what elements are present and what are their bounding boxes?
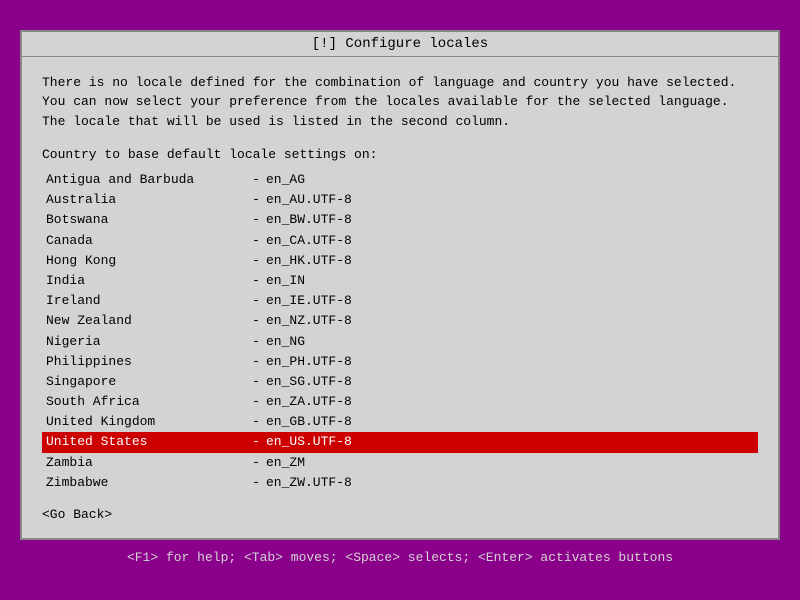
country-name: United Kingdom bbox=[46, 413, 246, 431]
country-name: Botswana bbox=[46, 211, 246, 229]
go-back-button[interactable]: <Go Back> bbox=[42, 507, 758, 522]
list-item[interactable]: Singapore - en_SG.UTF-8 bbox=[42, 372, 758, 392]
section-label: Country to base default locale settings … bbox=[42, 147, 758, 162]
list-item[interactable]: United States - en_US.UTF-8 bbox=[42, 432, 758, 452]
list-item[interactable]: South Africa - en_ZA.UTF-8 bbox=[42, 392, 758, 412]
list-item[interactable]: Philippines - en_PH.UTF-8 bbox=[42, 352, 758, 372]
list-item[interactable]: United Kingdom - en_GB.UTF-8 bbox=[42, 412, 758, 432]
separator: - bbox=[246, 474, 266, 492]
country-name: Antigua and Barbuda bbox=[46, 171, 246, 189]
country-name: Australia bbox=[46, 191, 246, 209]
list-item[interactable]: New Zealand - en_NZ.UTF-8 bbox=[42, 311, 758, 331]
separator: - bbox=[246, 191, 266, 209]
description-text: There is no locale defined for the combi… bbox=[42, 73, 758, 132]
list-item[interactable]: Nigeria - en_NG bbox=[42, 332, 758, 352]
country-name: Zimbabwe bbox=[46, 474, 246, 492]
separator: - bbox=[246, 292, 266, 310]
locale-code: en_AG bbox=[266, 171, 305, 189]
window-title: [!] Configure locales bbox=[312, 36, 488, 52]
separator: - bbox=[246, 353, 266, 371]
separator: - bbox=[246, 272, 266, 290]
country-name: New Zealand bbox=[46, 312, 246, 330]
locale-code: en_PH.UTF-8 bbox=[266, 353, 352, 371]
country-name: South Africa bbox=[46, 393, 246, 411]
locale-code: en_AU.UTF-8 bbox=[266, 191, 352, 209]
locale-code: en_ZW.UTF-8 bbox=[266, 474, 352, 492]
help-bar: <F1> for help; <Tab> moves; <Space> sele… bbox=[0, 544, 800, 571]
separator: - bbox=[246, 252, 266, 270]
list-item[interactable]: Zimbabwe - en_ZW.UTF-8 bbox=[42, 473, 758, 493]
locale-code: en_GB.UTF-8 bbox=[266, 413, 352, 431]
country-name: United States bbox=[46, 433, 246, 451]
list-item[interactable]: Antigua and Barbuda - en_AG bbox=[42, 170, 758, 190]
list-item[interactable]: Botswana - en_BW.UTF-8 bbox=[42, 210, 758, 230]
locale-code: en_BW.UTF-8 bbox=[266, 211, 352, 229]
separator: - bbox=[246, 413, 266, 431]
country-name: Ireland bbox=[46, 292, 246, 310]
locale-code: en_CA.UTF-8 bbox=[266, 232, 352, 250]
list-item[interactable]: Australia - en_AU.UTF-8 bbox=[42, 190, 758, 210]
separator: - bbox=[246, 454, 266, 472]
title-bar: [!] Configure locales bbox=[22, 32, 778, 57]
locale-code: en_NG bbox=[266, 333, 305, 351]
locale-code: en_NZ.UTF-8 bbox=[266, 312, 352, 330]
country-name: Hong Kong bbox=[46, 252, 246, 270]
locale-code: en_SG.UTF-8 bbox=[266, 373, 352, 391]
separator: - bbox=[246, 333, 266, 351]
locale-code: en_HK.UTF-8 bbox=[266, 252, 352, 270]
locale-code: en_IN bbox=[266, 272, 305, 290]
country-name: Philippines bbox=[46, 353, 246, 371]
separator: - bbox=[246, 393, 266, 411]
separator: - bbox=[246, 232, 266, 250]
list-item[interactable]: Zambia - en_ZM bbox=[42, 453, 758, 473]
separator: - bbox=[246, 171, 266, 189]
locale-code: en_ZA.UTF-8 bbox=[266, 393, 352, 411]
country-name: India bbox=[46, 272, 246, 290]
country-name: Canada bbox=[46, 232, 246, 250]
locale-code: en_IE.UTF-8 bbox=[266, 292, 352, 310]
country-name: Nigeria bbox=[46, 333, 246, 351]
country-name: Zambia bbox=[46, 454, 246, 472]
list-item[interactable]: India - en_IN bbox=[42, 271, 758, 291]
dialog-window: [!] Configure locales There is no locale… bbox=[20, 30, 780, 540]
separator: - bbox=[246, 312, 266, 330]
separator: - bbox=[246, 433, 266, 451]
country-list[interactable]: Antigua and Barbuda - en_AGAustralia - e… bbox=[42, 170, 758, 495]
content-area: There is no locale defined for the combi… bbox=[22, 57, 778, 538]
list-item[interactable]: Hong Kong - en_HK.UTF-8 bbox=[42, 251, 758, 271]
list-item[interactable]: Canada - en_CA.UTF-8 bbox=[42, 231, 758, 251]
locale-code: en_US.UTF-8 bbox=[266, 433, 352, 451]
separator: - bbox=[246, 373, 266, 391]
separator: - bbox=[246, 211, 266, 229]
list-item[interactable]: Ireland - en_IE.UTF-8 bbox=[42, 291, 758, 311]
country-name: Singapore bbox=[46, 373, 246, 391]
locale-code: en_ZM bbox=[266, 454, 305, 472]
